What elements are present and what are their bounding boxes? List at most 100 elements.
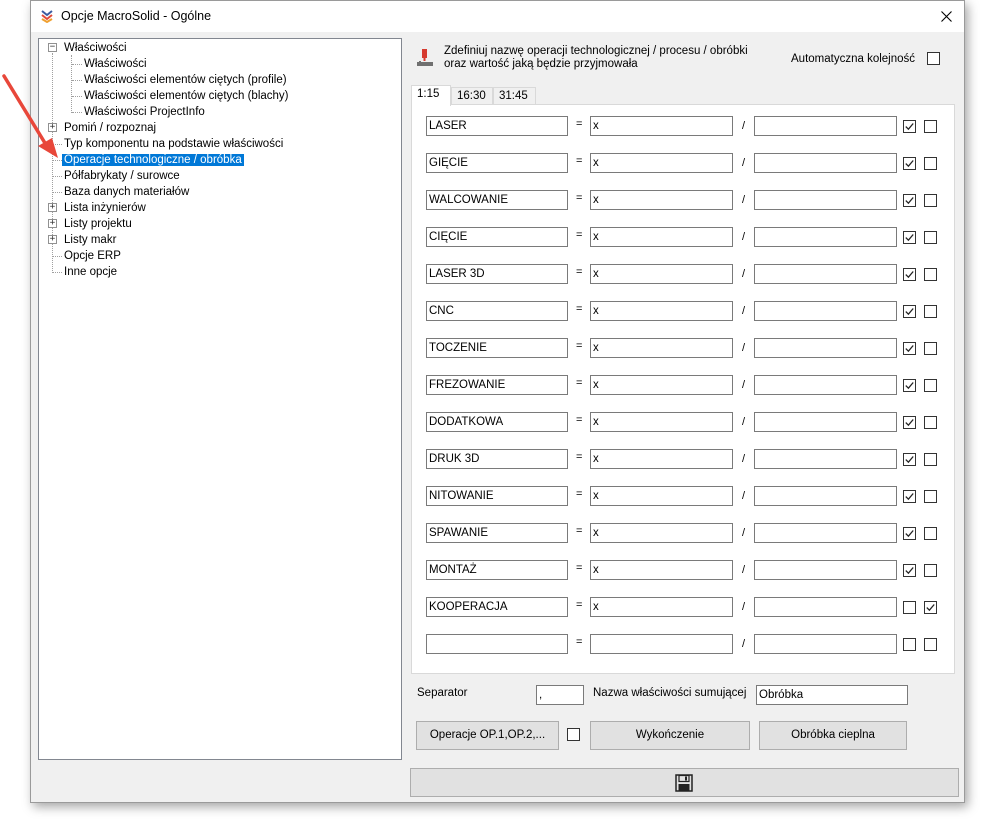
- operation-checkbox-1[interactable]: [903, 638, 916, 651]
- operation-name-field[interactable]: KOOPERACJA: [426, 597, 568, 617]
- tab-31-45[interactable]: 31:45: [493, 87, 536, 105]
- tree-item-wlasciwosci-sub[interactable]: Właściwości: [82, 56, 149, 72]
- tree-item-polfabrykaty[interactable]: Półfabrykaty / surowce: [62, 168, 182, 184]
- operation-extra-field[interactable]: [754, 375, 897, 395]
- operation-name-field[interactable]: LASER 3D: [426, 264, 568, 284]
- expand-toggle-lista-inzynierow[interactable]: +: [48, 203, 57, 212]
- operation-value-field[interactable]: x: [590, 153, 733, 173]
- operation-extra-field[interactable]: [754, 153, 897, 173]
- operation-value-field[interactable]: [590, 634, 733, 654]
- tree-item-baza-materialow[interactable]: Baza danych materiałów: [62, 184, 191, 200]
- operation-value-field[interactable]: x: [590, 227, 733, 247]
- operation-checkbox-1[interactable]: [903, 120, 916, 133]
- operation-name-field[interactable]: GIĘCIE: [426, 153, 568, 173]
- operation-extra-field[interactable]: [754, 560, 897, 580]
- operation-value-field[interactable]: x: [590, 486, 733, 506]
- operation-value-field[interactable]: x: [590, 597, 733, 617]
- operation-name-field[interactable]: NITOWANIE: [426, 486, 568, 506]
- operation-name-field[interactable]: CNC: [426, 301, 568, 321]
- expand-toggle-listy-projektu[interactable]: +: [48, 219, 57, 228]
- operation-checkbox-2[interactable]: [924, 231, 937, 244]
- operation-extra-field[interactable]: [754, 486, 897, 506]
- tree-item-listy-makr[interactable]: Listy makr: [62, 232, 118, 248]
- operation-checkbox-1[interactable]: [903, 453, 916, 466]
- operation-extra-field[interactable]: [754, 116, 897, 136]
- operation-name-field[interactable]: LASER: [426, 116, 568, 136]
- operation-checkbox-2[interactable]: [924, 527, 937, 540]
- operation-value-field[interactable]: x: [590, 449, 733, 469]
- operation-value-field[interactable]: x: [590, 301, 733, 321]
- operation-name-field[interactable]: WALCOWANIE: [426, 190, 568, 210]
- separator-input[interactable]: ,: [536, 685, 584, 705]
- tree-item-listy-projektu[interactable]: Listy projektu: [62, 216, 134, 232]
- operation-checkbox-2[interactable]: [924, 305, 937, 318]
- tree-item-operacje-technologiczne[interactable]: Operacje technologiczne / obróbka: [62, 152, 244, 168]
- operation-checkbox-2[interactable]: [924, 453, 937, 466]
- operation-checkbox-1[interactable]: [903, 564, 916, 577]
- operation-checkbox-2[interactable]: [924, 379, 937, 392]
- close-button[interactable]: [928, 1, 964, 32]
- operation-extra-field[interactable]: [754, 264, 897, 284]
- auto-order-checkbox[interactable]: [927, 52, 940, 65]
- operations-numbering-button[interactable]: Operacje OP.1,OP.2,...: [416, 721, 559, 750]
- operation-name-field[interactable]: SPAWANIE: [426, 523, 568, 543]
- operation-checkbox-1[interactable]: [903, 231, 916, 244]
- operation-extra-field[interactable]: [754, 301, 897, 321]
- operations-numbering-checkbox[interactable]: [567, 728, 580, 741]
- tree-item-pomin-rozpoznaj[interactable]: Pomiń / rozpoznaj: [62, 120, 158, 136]
- tree-item-opcje-erp[interactable]: Opcje ERP: [62, 248, 123, 264]
- tree-item-wlasciwosci[interactable]: Właściwości: [62, 40, 129, 56]
- operation-name-field[interactable]: MONTAŻ: [426, 560, 568, 580]
- tree-item-profile[interactable]: Właściwości elementów ciętych (profile): [82, 72, 289, 88]
- tab-1-15[interactable]: 1:15: [411, 85, 451, 106]
- operation-extra-field[interactable]: [754, 338, 897, 358]
- operation-extra-field[interactable]: [754, 412, 897, 432]
- tree-item-blachy[interactable]: Właściwości elementów ciętych (blachy): [82, 88, 291, 104]
- operation-name-field[interactable]: DODATKOWA: [426, 412, 568, 432]
- operation-checkbox-2[interactable]: [924, 268, 937, 281]
- operation-checkbox-1[interactable]: [903, 342, 916, 355]
- expand-toggle-listy-makr[interactable]: +: [48, 235, 57, 244]
- operation-value-field[interactable]: x: [590, 375, 733, 395]
- operation-checkbox-1[interactable]: [903, 490, 916, 503]
- operation-checkbox-2[interactable]: [924, 564, 937, 577]
- operation-checkbox-2[interactable]: [924, 638, 937, 651]
- operation-checkbox-1[interactable]: [903, 194, 916, 207]
- operation-name-field[interactable]: FREZOWANIE: [426, 375, 568, 395]
- operation-checkbox-1[interactable]: [903, 379, 916, 392]
- save-button[interactable]: [410, 768, 959, 797]
- operation-value-field[interactable]: x: [590, 523, 733, 543]
- operation-checkbox-2[interactable]: [924, 120, 937, 133]
- operation-extra-field[interactable]: [754, 523, 897, 543]
- operation-value-field[interactable]: x: [590, 264, 733, 284]
- expand-toggle-wlasciwosci[interactable]: −: [48, 43, 57, 52]
- operation-checkbox-1[interactable]: [903, 268, 916, 281]
- operation-checkbox-1[interactable]: [903, 157, 916, 170]
- operation-checkbox-2[interactable]: [924, 194, 937, 207]
- operation-value-field[interactable]: x: [590, 412, 733, 432]
- operation-checkbox-1[interactable]: [903, 416, 916, 429]
- operation-checkbox-1[interactable]: [903, 601, 916, 614]
- operation-extra-field[interactable]: [754, 597, 897, 617]
- operation-checkbox-1[interactable]: [903, 305, 916, 318]
- finish-button[interactable]: Wykończenie: [590, 721, 750, 750]
- operation-checkbox-2[interactable]: [924, 157, 937, 170]
- tab-16-30[interactable]: 16:30: [451, 87, 493, 105]
- options-tree[interactable]: − Właściwości Właściwości Właściwości el…: [38, 38, 402, 760]
- operation-extra-field[interactable]: [754, 449, 897, 469]
- sum-property-input[interactable]: Obróbka: [756, 685, 908, 705]
- tree-item-inne-opcje[interactable]: Inne opcje: [62, 264, 119, 280]
- operation-name-field[interactable]: DRUK 3D: [426, 449, 568, 469]
- operation-value-field[interactable]: x: [590, 560, 733, 580]
- operation-checkbox-2[interactable]: [924, 601, 937, 614]
- operation-name-field[interactable]: [426, 634, 568, 654]
- operation-value-field[interactable]: x: [590, 190, 733, 210]
- tree-item-typ-komponentu[interactable]: Typ komponentu na podstawie właściwości: [62, 136, 285, 152]
- operation-extra-field[interactable]: [754, 634, 897, 654]
- operation-checkbox-2[interactable]: [924, 416, 937, 429]
- operation-value-field[interactable]: x: [590, 116, 733, 136]
- operation-extra-field[interactable]: [754, 227, 897, 247]
- operation-value-field[interactable]: x: [590, 338, 733, 358]
- operation-extra-field[interactable]: [754, 190, 897, 210]
- operation-checkbox-2[interactable]: [924, 490, 937, 503]
